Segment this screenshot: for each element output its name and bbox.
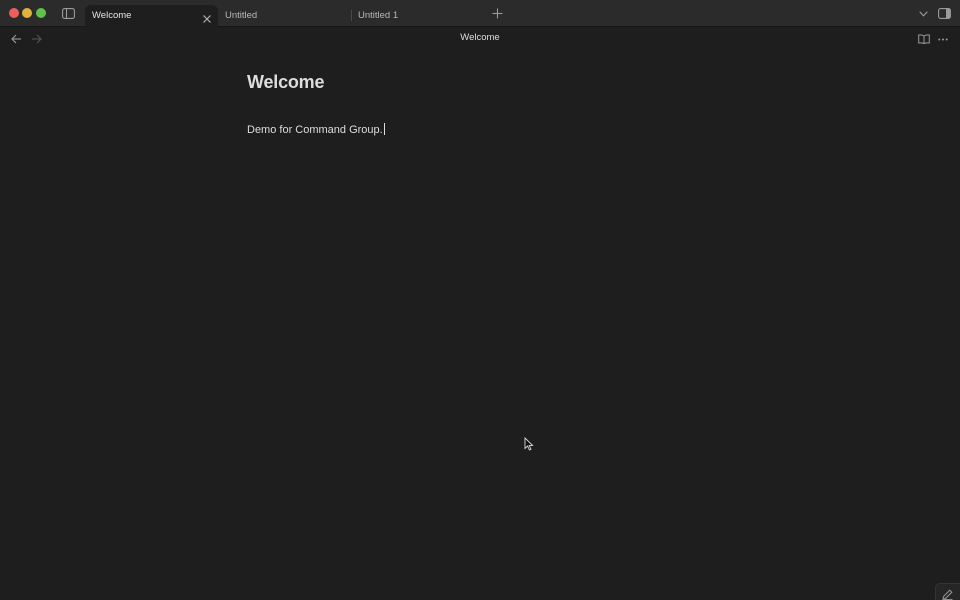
- book-open-icon[interactable]: [917, 33, 930, 45]
- note-title[interactable]: Welcome: [247, 72, 713, 96]
- tab-label: Untitled: [225, 10, 258, 21]
- tab-label: Untitled 1: [358, 10, 399, 21]
- sidebar-right-icon[interactable]: [937, 6, 952, 21]
- more-horizontal-icon[interactable]: [936, 33, 949, 45]
- minimize-window-button[interactable]: [22, 8, 32, 18]
- arrow-right-icon[interactable]: [30, 33, 43, 45]
- tab-label: Welcome: [92, 10, 132, 21]
- close-icon[interactable]: [202, 11, 212, 23]
- tab-bar: Welcome Untitled Untitled 1: [0, 0, 960, 27]
- note-body-text: Demo for Command Group.: [247, 124, 383, 136]
- tab-welcome[interactable]: Welcome: [85, 5, 218, 27]
- view-header: Welcome: [0, 27, 960, 51]
- tab-untitled[interactable]: Untitled: [218, 5, 351, 27]
- edit-mode-button[interactable]: [935, 583, 960, 600]
- zoom-window-button[interactable]: [36, 8, 46, 18]
- view-title[interactable]: Welcome: [380, 32, 580, 43]
- note-body-line[interactable]: Demo for Command Group.: [247, 123, 713, 137]
- tab-untitled-1[interactable]: Untitled 1: [351, 5, 484, 27]
- close-window-button[interactable]: [9, 8, 19, 18]
- plus-icon[interactable]: [491, 7, 504, 20]
- text-caret: [383, 123, 385, 135]
- pencil-icon: [942, 587, 953, 600]
- mouse-pointer-icon: [524, 436, 534, 451]
- arrow-left-icon[interactable]: [10, 33, 23, 45]
- app-window: Welcome Untitled Untitled 1 Welcome Welc…: [0, 0, 960, 600]
- sidebar-left-icon[interactable]: [60, 5, 77, 22]
- editor[interactable]: Welcome Demo for Command Group.: [247, 72, 713, 137]
- chevron-down-icon[interactable]: [918, 8, 929, 19]
